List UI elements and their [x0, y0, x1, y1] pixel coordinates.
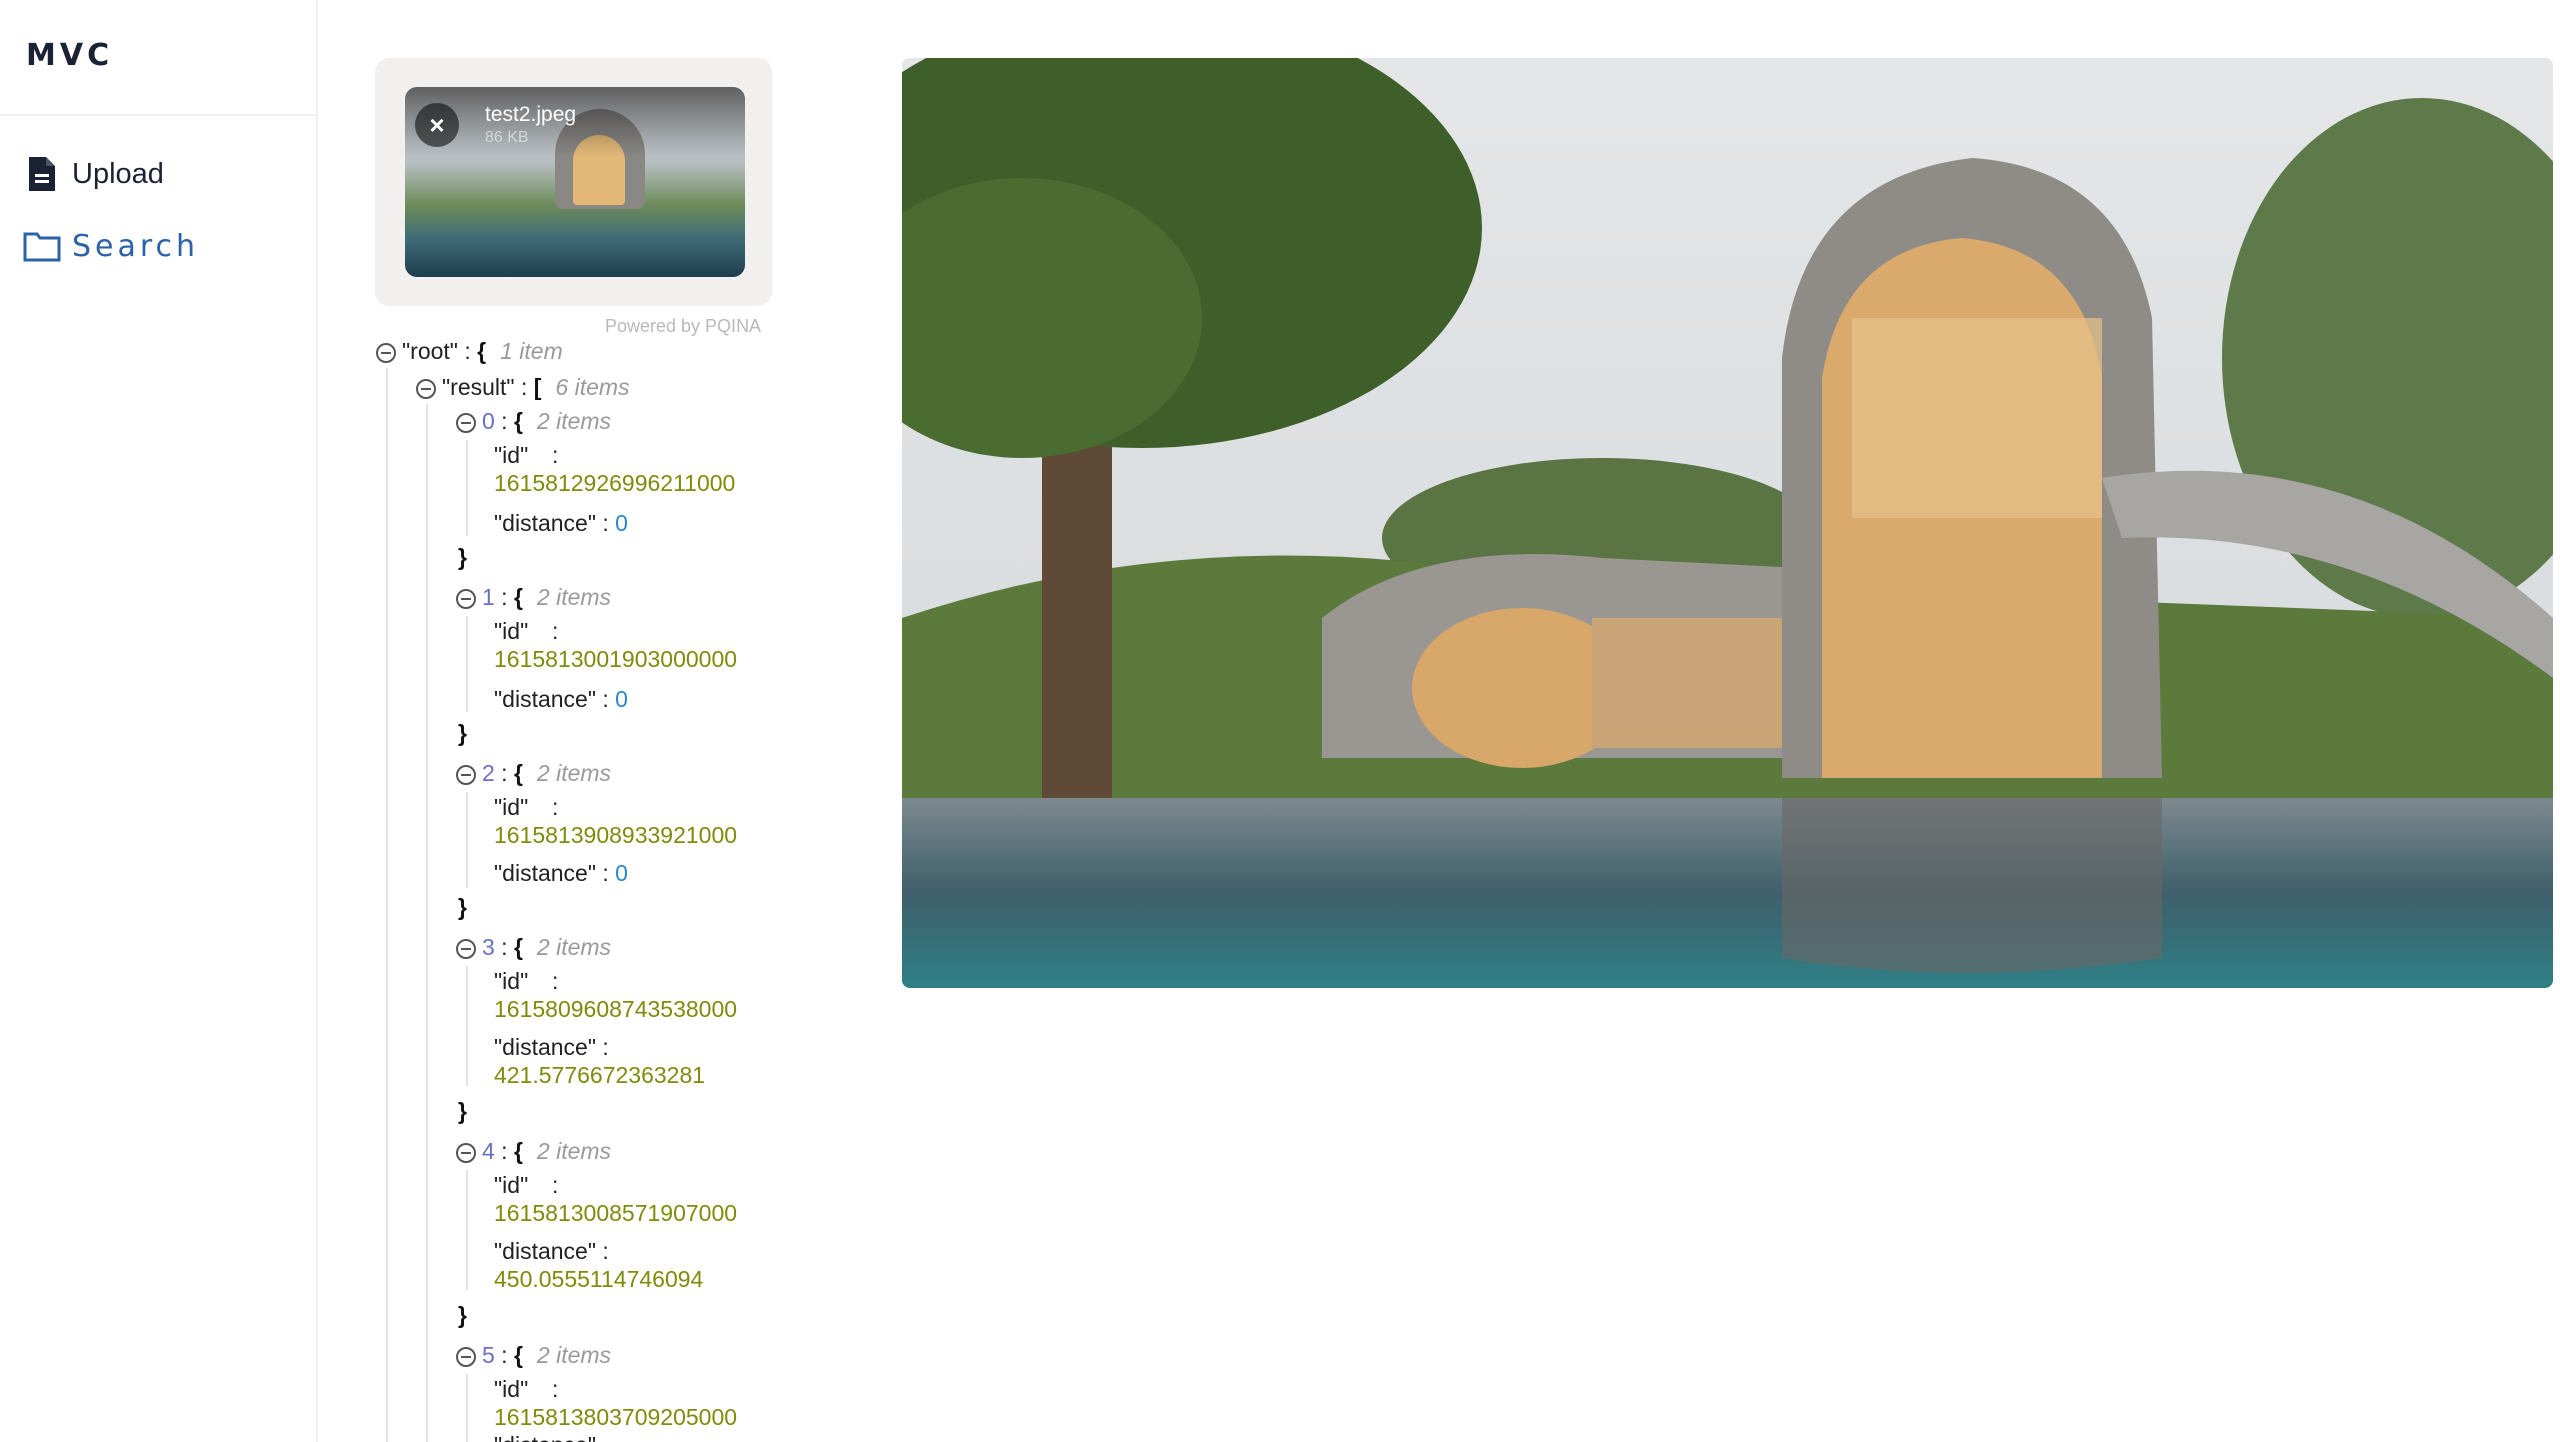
file-name: test2.jpeg	[485, 103, 577, 126]
json-brace: }	[458, 894, 467, 920]
json-entry-row: 0 : {2 items	[456, 408, 611, 435]
json-key: "distance"	[494, 686, 596, 712]
nav-label-search: Search	[72, 228, 200, 264]
json-value-id: 1615812926996211000	[494, 470, 736, 496]
guide-line	[466, 440, 468, 536]
nav-label-upload: Upload	[72, 157, 164, 190]
json-key: "distance"	[494, 860, 596, 886]
json-colon: :	[552, 1172, 559, 1198]
json-brace: }	[458, 544, 467, 570]
guide-line	[386, 368, 388, 1442]
json-key: "id"	[494, 618, 529, 644]
json-entry-row: 5 : {2 items	[456, 1342, 611, 1369]
json-count: 6 items	[555, 374, 630, 400]
guide-line	[466, 616, 468, 712]
divider	[0, 114, 316, 116]
json-value-id: 1615813008571907000	[494, 1200, 738, 1226]
json-colon: :	[552, 442, 559, 468]
remove-file-button[interactable]: ×	[415, 103, 459, 147]
json-index: 5	[482, 1342, 495, 1368]
json-count: 2 items	[536, 934, 612, 960]
file-preview: × test2.jpeg 86 KB	[405, 87, 745, 277]
json-brace: }	[458, 720, 467, 746]
guide-line	[466, 1374, 468, 1442]
json-value-id: 1615809608743538000	[494, 996, 738, 1022]
json-key-distance: "distance" :	[494, 1034, 609, 1060]
nav-item-search[interactable]: Search	[22, 226, 199, 266]
json-count: 2 items	[536, 760, 612, 786]
folder-icon	[22, 226, 62, 266]
json-colon: :	[552, 618, 559, 644]
guide-line	[466, 966, 468, 1086]
close-icon: ×	[429, 109, 445, 140]
guide-line	[466, 1170, 468, 1290]
json-index: 3	[482, 934, 495, 960]
json-index: 4	[482, 1138, 495, 1164]
nav-item-upload[interactable]: Upload	[22, 154, 164, 194]
json-index: 1	[482, 584, 495, 610]
sidebar: MVC Upload Search	[0, 0, 318, 1442]
json-key: "distance"	[494, 510, 596, 536]
json-key-distance: "distance" : 0	[494, 860, 628, 886]
json-key: "distance"	[494, 1238, 596, 1264]
json-key: "distance"	[494, 1034, 596, 1060]
collapse-toggle-icon[interactable]	[416, 378, 436, 399]
json-key: "root"	[402, 338, 458, 364]
json-index: 0	[482, 408, 495, 434]
json-key-distance: "distance" : 0	[494, 510, 628, 536]
json-key: "id"	[494, 1172, 529, 1198]
json-key-distance: "distance" :	[494, 1238, 609, 1264]
file-upload-panel[interactable]: × test2.jpeg 86 KB	[375, 58, 772, 306]
json-entry-row: 2 : {2 items	[456, 760, 611, 787]
collapse-toggle-icon[interactable]	[456, 938, 476, 959]
json-colon: :	[552, 794, 559, 820]
json-index: 2	[482, 760, 495, 786]
collapse-toggle-icon[interactable]	[376, 342, 396, 363]
collapse-toggle-icon[interactable]	[456, 588, 476, 609]
json-entry-row: 3 : {2 items	[456, 934, 611, 961]
json-count: 1 item	[500, 338, 563, 364]
json-value-id: 1615813803709205000	[494, 1404, 738, 1430]
json-value-distance: 0	[615, 510, 628, 536]
json-key: "id"	[494, 968, 529, 994]
json-value-id: 1615813001903000000	[494, 646, 738, 672]
json-count: 2 items	[536, 1342, 612, 1368]
collapse-toggle-icon[interactable]	[456, 764, 476, 785]
powered-by-link[interactable]: Powered by PQINA	[605, 316, 761, 337]
house-photo	[902, 58, 2553, 988]
json-key: "id"	[494, 442, 529, 468]
json-count: 2 items	[536, 1138, 612, 1164]
json-key: "id"	[494, 1376, 529, 1402]
collapse-toggle-icon[interactable]	[456, 1346, 476, 1367]
json-colon: :	[552, 968, 559, 994]
json-viewer: "root" : {1 item "result" : [6 items 0 :…	[376, 338, 776, 1442]
brand-logo: MVC	[26, 38, 114, 73]
collapse-toggle-icon[interactable]	[456, 412, 476, 433]
collapse-toggle-icon[interactable]	[456, 1142, 476, 1163]
json-value-distance: 450.0555114746094	[494, 1266, 704, 1292]
json-count: 2 items	[536, 584, 612, 610]
json-key-distance: "distance" : 0	[494, 686, 628, 712]
json-value-id: 1615813908933921000	[494, 822, 738, 848]
file-icon	[22, 154, 62, 194]
json-count: 2 items	[536, 408, 612, 434]
json-brace: }	[458, 1098, 467, 1124]
json-value-distance: 0	[615, 860, 628, 886]
json-value-distance: 0	[615, 686, 628, 712]
json-key: "result"	[442, 374, 515, 400]
json-entry-row: 4 : {2 items	[456, 1138, 611, 1165]
guide-line	[426, 404, 428, 1442]
json-result-row: "result" : [6 items	[416, 374, 630, 401]
json-value-distance: 421.5776672363281	[494, 1062, 706, 1088]
query-image	[902, 58, 2553, 988]
json-colon: :	[552, 1376, 559, 1402]
json-key-distance: "distance"	[494, 1432, 596, 1442]
json-brace: }	[458, 1302, 467, 1328]
json-entry-row: 1 : {2 items	[456, 584, 611, 611]
json-root-row: "root" : {1 item	[376, 338, 563, 365]
guide-line	[466, 792, 468, 888]
json-key: "id"	[494, 794, 529, 820]
file-size: 86 KB	[485, 129, 529, 146]
